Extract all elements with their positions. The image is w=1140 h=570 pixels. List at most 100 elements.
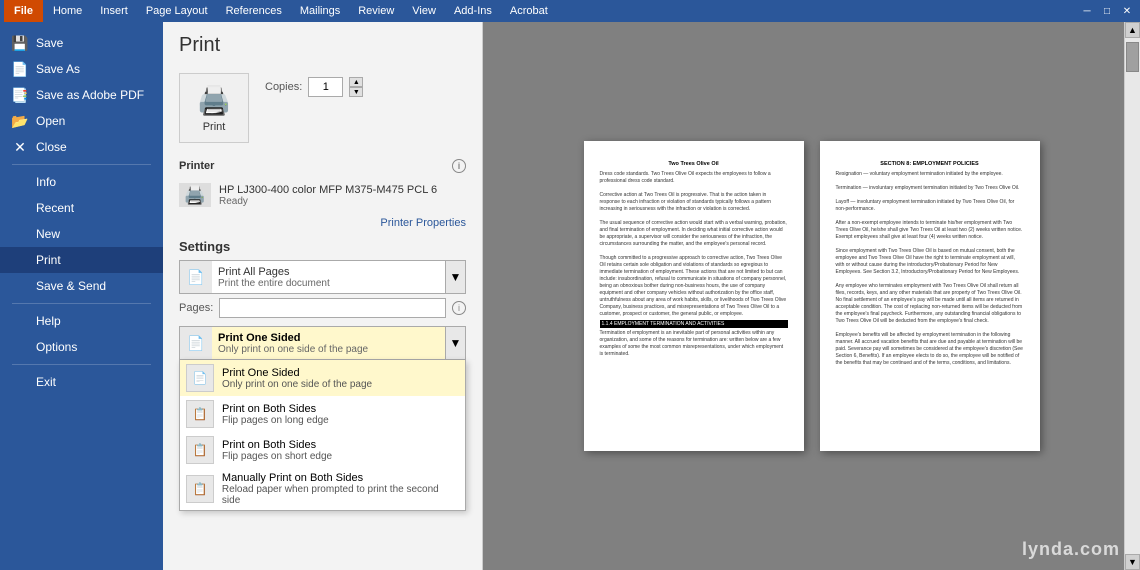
backstage-options[interactable]: Options — [0, 334, 163, 360]
duplex-options-list: 📄 Print One Sided Only print on one side… — [179, 360, 466, 511]
lynda-watermark: lynda.com — [1022, 539, 1120, 560]
printer-row: 🖨️ HP LJ300-400 color MFP M375-M475 PCL … — [179, 179, 466, 211]
printer-info-icon[interactable]: i — [452, 159, 466, 173]
menu-home[interactable]: Home — [45, 0, 90, 22]
backstage-save[interactable]: 💾 Save — [0, 30, 163, 56]
preview-page1-highlight: 1.1.4 EMPLOYMENT TERMINATION AND ACTIVIT… — [600, 320, 788, 328]
duplex-option-1[interactable]: 📋 Print on Both Sides Flip pages on long… — [180, 396, 465, 432]
send-icon — [12, 278, 28, 294]
duplex-option-3-text: Manually Print on Both Sides Reload pape… — [222, 472, 459, 506]
print-nav-icon — [12, 252, 28, 268]
backstage-save-adobe[interactable]: 📑 Save as Adobe PDF — [0, 82, 163, 108]
printer-image-icon: 🖨️ — [179, 183, 211, 207]
backstage-divider-3 — [12, 364, 151, 365]
printer-properties-link[interactable]: Printer Properties — [380, 217, 466, 229]
copies-label: Copies: — [265, 81, 302, 93]
print-all-pages-text: Print All Pages Print the entire documen… — [212, 264, 445, 291]
preview-page2-body: Resignation — voluntary employment termi… — [836, 171, 1024, 367]
backstage-save-send[interactable]: Save & Send — [0, 273, 163, 299]
menu-page-layout[interactable]: Page Layout — [138, 0, 216, 22]
pages-label: Pages: — [179, 302, 213, 314]
duplex-option-2[interactable]: 📋 Print on Both Sides Flip pages on shor… — [180, 432, 465, 468]
menu-insert[interactable]: Insert — [92, 0, 136, 22]
backstage-recent[interactable]: Recent — [0, 195, 163, 221]
menu-add-ins[interactable]: Add-Ins — [446, 0, 500, 22]
duplex-option-3[interactable]: 📋 Manually Print on Both Sides Reload pa… — [180, 468, 465, 510]
duplex-option-2-text: Print on Both Sides Flip pages on short … — [222, 439, 332, 462]
backstage-print[interactable]: Print — [0, 247, 163, 273]
scroll-track — [1125, 38, 1140, 554]
backstage-top: 💾 Save 📄 Save As 📑 Save as Adobe PDF 📂 O… — [0, 22, 163, 403]
duplex-option-3-icon: 📋 — [186, 475, 214, 503]
new-doc-icon — [12, 226, 28, 242]
pages-row: Pages: i — [179, 298, 466, 318]
print-all-pages-sub: Print the entire document — [218, 278, 439, 289]
printer-info: HP LJ300-400 color MFP M375-M475 PCL 6 R… — [219, 184, 466, 207]
duplex-option-1-icon: 📋 — [186, 400, 214, 428]
preview-page1-body: Dress code standards. Two Trees Olive Oi… — [600, 171, 788, 318]
options-icon — [12, 339, 28, 355]
duplex-option-1-text: Print on Both Sides Flip pages on long e… — [222, 403, 329, 426]
print-top: 🖨️ Print Copies: ▲ ▼ — [179, 73, 466, 143]
scroll-thumb[interactable] — [1126, 42, 1139, 72]
backstage-help[interactable]: Help — [0, 308, 163, 334]
printer-large-icon: 🖨️ — [197, 84, 232, 117]
print-all-pages-main: Print All Pages — [218, 266, 439, 278]
pages-info-icon[interactable]: i — [452, 301, 466, 315]
menu-review[interactable]: Review — [350, 0, 402, 22]
save-as-icon: 📄 — [12, 61, 28, 77]
menu-acrobat[interactable]: Acrobat — [502, 0, 556, 22]
copies-down-button[interactable]: ▼ — [349, 87, 363, 97]
backstage-new[interactable]: New — [0, 221, 163, 247]
preview-page1-heading: Two Trees Olive Oil — [600, 161, 788, 167]
backstage-divider-1 — [12, 164, 151, 165]
backstage-divider-2 — [12, 303, 151, 304]
printer-name: HP LJ300-400 color MFP M375-M475 PCL 6 — [219, 184, 466, 196]
preview-panel: Two Trees Olive Oil Dress code standards… — [483, 22, 1140, 570]
print-all-pages-dropdown[interactable]: 📄 Print All Pages Print the entire docum… — [179, 260, 466, 294]
scroll-down-button[interactable]: ▼ — [1125, 554, 1140, 570]
page-preview-1: Two Trees Olive Oil Dress code standards… — [584, 141, 804, 451]
main-layout: 💾 Save 📄 Save As 📑 Save as Adobe PDF 📂 O… — [0, 22, 1140, 570]
printer-section-header: Printer i — [179, 159, 466, 173]
minimize-button[interactable]: ─ — [1078, 2, 1096, 20]
menu-mailings[interactable]: Mailings — [292, 0, 348, 22]
menu-view[interactable]: View — [404, 0, 444, 22]
save-icon: 💾 — [12, 35, 28, 51]
duplex-selected-main: Print One Sided — [218, 332, 439, 344]
adobe-icon: 📑 — [12, 87, 28, 103]
duplex-option-2-icon: 📋 — [186, 436, 214, 464]
scroll-up-button[interactable]: ▲ — [1125, 22, 1140, 38]
print-button[interactable]: 🖨️ Print — [179, 73, 249, 143]
backstage-save-as[interactable]: 📄 Save As — [0, 56, 163, 82]
print-panel: Print 🖨️ Print Copies: ▲ ▼ Printer i — [163, 22, 483, 570]
duplex-dropdown[interactable]: 📄 Print One Sided Only print on one side… — [179, 326, 466, 360]
pages-input[interactable] — [219, 298, 446, 318]
copies-up-button[interactable]: ▲ — [349, 77, 363, 87]
print-title: Print — [179, 34, 466, 57]
maximize-button[interactable]: □ — [1098, 2, 1116, 20]
backstage-exit[interactable]: Exit — [0, 369, 163, 395]
menu-references[interactable]: References — [218, 0, 290, 22]
pages-icon: 📄 — [180, 261, 212, 293]
copies-input[interactable] — [308, 77, 343, 97]
exit-icon — [12, 374, 28, 390]
recent-icon — [12, 200, 28, 216]
backstage-open[interactable]: 📂 Open — [0, 108, 163, 134]
close-button[interactable]: ✕ — [1118, 2, 1136, 20]
file-tab[interactable]: File — [4, 0, 43, 22]
backstage-info[interactable]: Info — [0, 169, 163, 195]
backstage-close[interactable]: ✕ Close — [0, 134, 163, 160]
duplex-arrow[interactable]: ▼ — [445, 327, 465, 359]
duplex-option-0-icon: 📄 — [186, 364, 214, 392]
duplex-option-0[interactable]: 📄 Print One Sided Only print on one side… — [180, 360, 465, 396]
close-doc-icon: ✕ — [12, 139, 28, 155]
duplex-selected-icon: 📄 — [180, 327, 212, 359]
copies-section: Copies: ▲ ▼ — [265, 73, 363, 97]
backstage-sidebar: 💾 Save 📄 Save As 📑 Save as Adobe PDF 📂 O… — [0, 22, 163, 570]
print-all-pages-arrow[interactable]: ▼ — [445, 261, 465, 293]
duplex-selected-sub: Only print on one side of the page — [218, 344, 439, 355]
page-preview-2: SECTION 8: EMPLOYMENT POLICIES Resignati… — [820, 141, 1040, 451]
copies-row: Copies: ▲ ▼ — [265, 77, 363, 97]
duplex-selected-row[interactable]: 📄 Print One Sided Only print on one side… — [179, 326, 466, 360]
